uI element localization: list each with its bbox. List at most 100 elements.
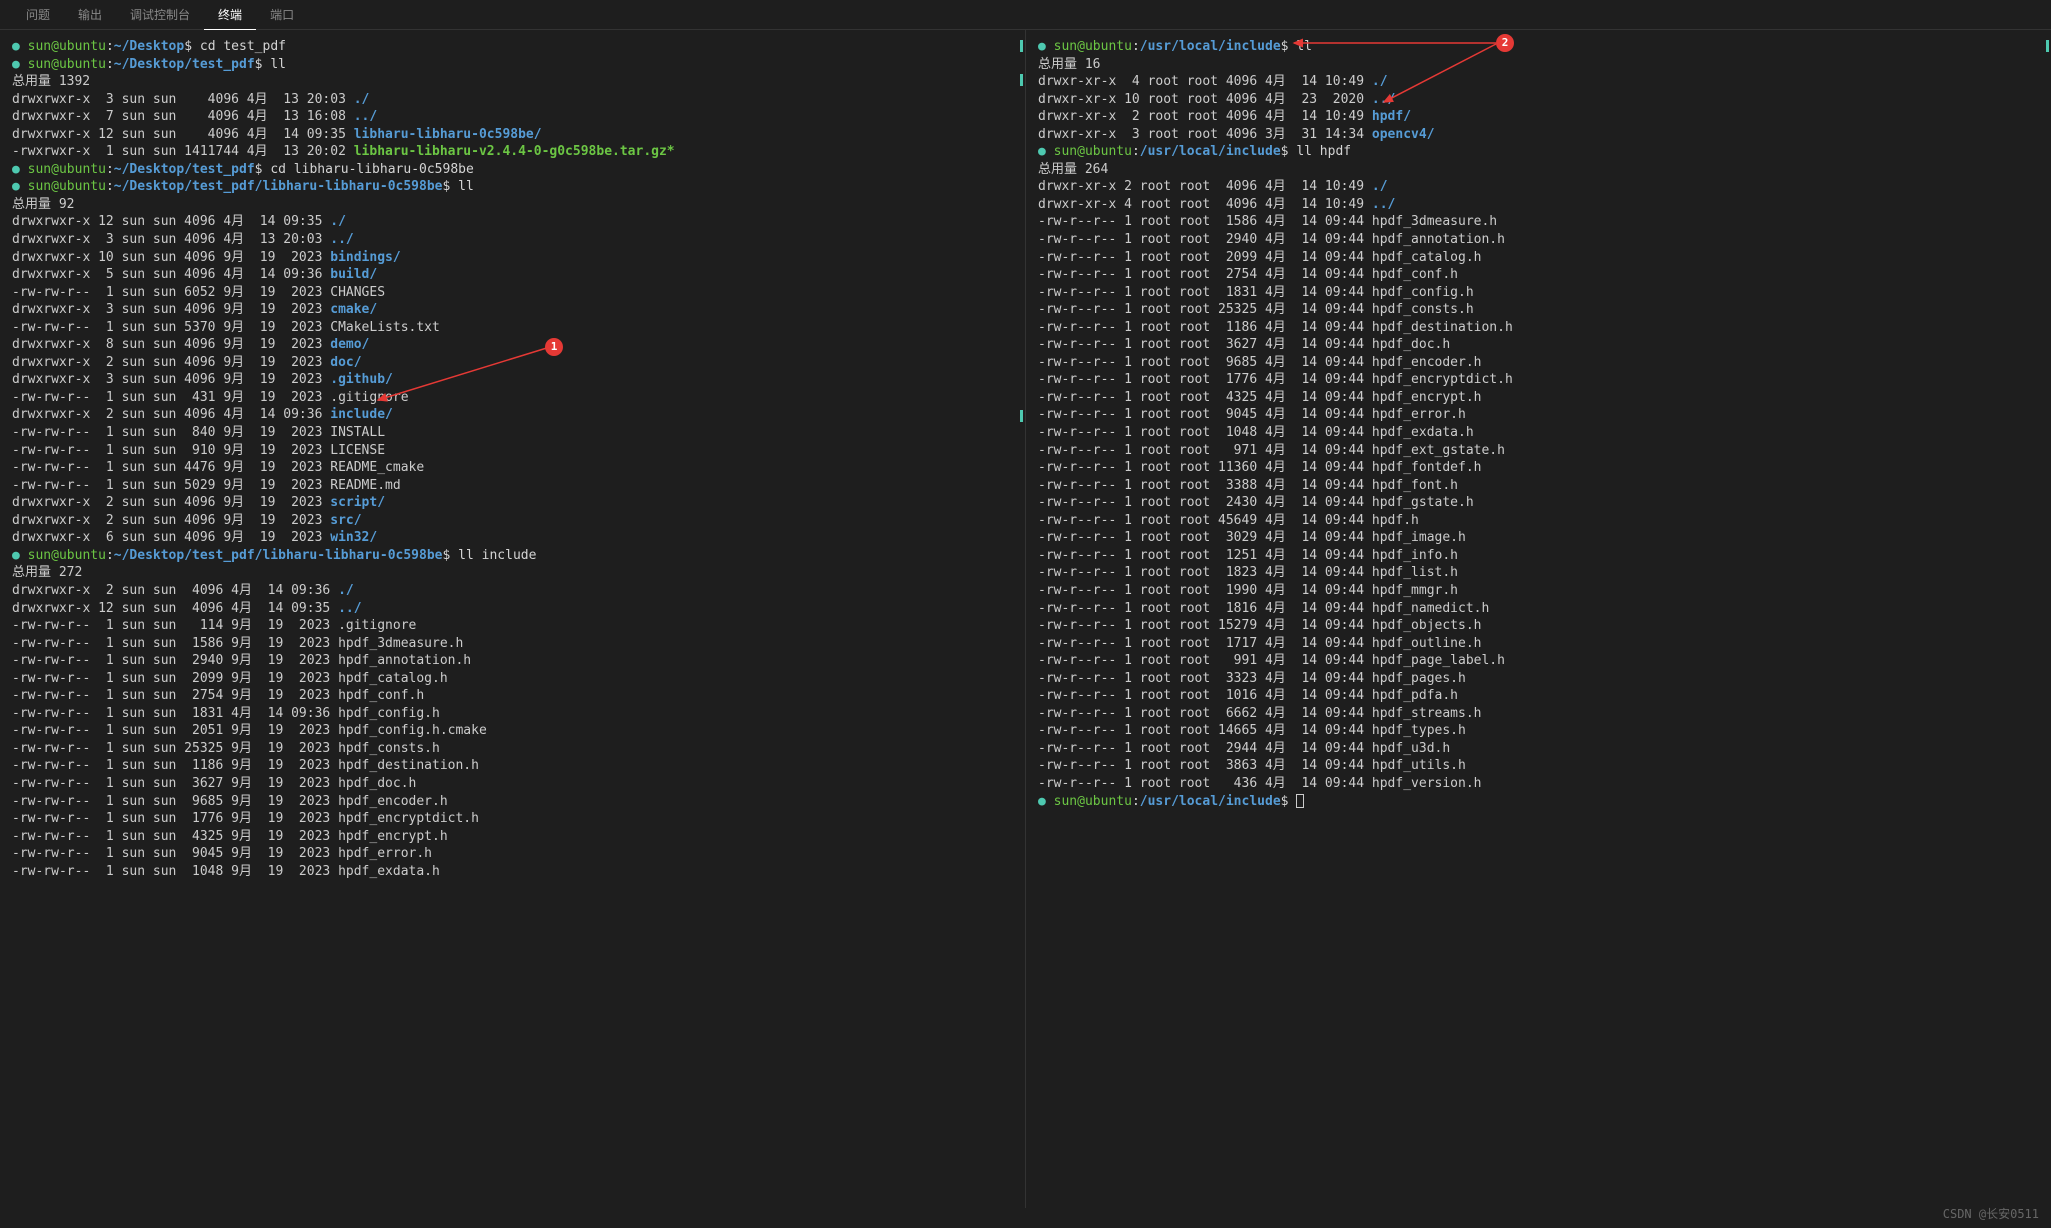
- file-meta: -rw-rw-r-- 1 sun sun 4325 9月 19 2023: [12, 829, 338, 844]
- terminal-line: -rw-rw-r-- 1 sun sun 9045 9月 19 2023 hpd…: [12, 845, 1013, 863]
- tab-0[interactable]: 问题: [12, 0, 64, 29]
- file-name: hpdf_exdata.h: [1372, 425, 1474, 440]
- tab-4[interactable]: 端口: [256, 0, 308, 29]
- file-name: hpdf_fontdef.h: [1372, 460, 1482, 475]
- file-name: hpdf_mmgr.h: [1372, 583, 1458, 598]
- terminal-line: drwxrwxr-x 3 sun sun 4096 9月 19 2023 .gi…: [12, 371, 1013, 389]
- annotation-marker-1: 1: [545, 338, 563, 356]
- terminal-line: -rw-rw-r-- 1 sun sun 4476 9月 19 2023 REA…: [12, 459, 1013, 477]
- file-meta: -rw-r--r-- 1 root root 6662 4月 14 09:44: [1038, 706, 1372, 721]
- terminal-line: drwxrwxr-x 2 sun sun 4096 9月 19 2023 doc…: [12, 354, 1013, 372]
- prompt-path: ~/Desktop/test_pdf: [114, 57, 255, 72]
- terminal-line: drwxrwxr-x 5 sun sun 4096 4月 14 09:36 bu…: [12, 266, 1013, 284]
- file-meta: -rw-r--r-- 1 root root 9685 4月 14 09:44: [1038, 355, 1372, 370]
- terminal-line: ● sun@ubuntu:~/Desktop/test_pdf/libharu-…: [12, 178, 1013, 196]
- terminal-line: 总用量 272: [12, 564, 1013, 582]
- file-name: README.md: [330, 478, 400, 493]
- terminal-line: drwxrwxr-x 2 sun sun 4096 4月 14 09:36 ./: [12, 582, 1013, 600]
- file-name: hpdf_pages.h: [1372, 671, 1466, 686]
- file-meta: -rw-r--r-- 1 root root 3627 4月 14 09:44: [1038, 337, 1372, 352]
- terminal-pane-left[interactable]: 1 ● sun@ubuntu:~/Desktop$ cd test_pdf● s…: [0, 30, 1026, 1208]
- terminal-line: -rw-rw-r-- 1 sun sun 910 9月 19 2023 LICE…: [12, 442, 1013, 460]
- file-meta: -rw-rw-r-- 1 sun sun 9045 9月 19 2023: [12, 846, 338, 861]
- terminal-line: -rw-rw-r-- 1 sun sun 3627 9月 19 2023 hpd…: [12, 775, 1013, 793]
- prompt-path: /usr/local/include: [1140, 39, 1281, 54]
- terminal-line: -rw-r--r-- 1 root root 1823 4月 14 09:44 …: [1038, 564, 2039, 582]
- tab-3[interactable]: 终端: [204, 0, 256, 30]
- terminal-line: ● sun@ubuntu:/usr/local/include$ ll hpdf: [1038, 143, 2039, 161]
- prompt-user: sun@ubuntu: [28, 548, 106, 563]
- terminal-line: -rw-r--r-- 1 root root 1717 4月 14 09:44 …: [1038, 635, 2039, 653]
- file-name: hpdf/: [1372, 109, 1411, 124]
- file-meta: drwxrwxr-x 12 sun sun 4096 4月 14 09:35: [12, 214, 330, 229]
- file-meta: -rw-rw-r-- 1 sun sun 1186 9月 19 2023: [12, 758, 338, 773]
- file-meta: -rw-r--r-- 1 root root 15279 4月 14 09:44: [1038, 618, 1372, 633]
- terminal-line: -rw-rw-r-- 1 sun sun 2754 9月 19 2023 hpd…: [12, 687, 1013, 705]
- file-meta: drwxrwxr-x 2 sun sun 4096 4月 14 09:36: [12, 583, 338, 598]
- file-name: hpdf_streams.h: [1372, 706, 1482, 721]
- terminal-line: -rw-rw-r-- 1 sun sun 431 9月 19 2023 .git…: [12, 389, 1013, 407]
- file-meta: -rw-r--r-- 1 root root 436 4月 14 09:44: [1038, 776, 1372, 791]
- file-meta: -rw-r--r-- 1 root root 1776 4月 14 09:44: [1038, 372, 1372, 387]
- terminal-line: -rw-r--r-- 1 root root 971 4月 14 09:44 h…: [1038, 442, 2039, 460]
- terminal-line: drwxrwxr-x 2 sun sun 4096 9月 19 2023 src…: [12, 512, 1013, 530]
- prompt-user: sun@ubuntu: [28, 39, 106, 54]
- file-name: hpdf_objects.h: [1372, 618, 1482, 633]
- file-name: build/: [330, 267, 377, 282]
- terminal-line: drwxr-xr-x 3 root root 4096 3月 31 14:34 …: [1038, 126, 2039, 144]
- terminal-line: -rw-rw-r-- 1 sun sun 6052 9月 19 2023 CHA…: [12, 284, 1013, 302]
- file-name: hpdf_info.h: [1372, 548, 1458, 563]
- prompt-bullet-icon: ●: [1038, 144, 1054, 159]
- file-name: CHANGES: [330, 285, 385, 300]
- terminal-line: -rw-r--r-- 1 root root 15279 4月 14 09:44…: [1038, 617, 2039, 635]
- file-name: opencv4/: [1372, 127, 1435, 142]
- terminal-line: -rw-rw-r-- 1 sun sun 114 9月 19 2023 .git…: [12, 617, 1013, 635]
- file-meta: -rw-r--r-- 1 root root 45649 4月 14 09:44: [1038, 513, 1372, 528]
- file-name: hpdf_utils.h: [1372, 758, 1466, 773]
- file-name: hpdf_image.h: [1372, 530, 1466, 545]
- terminal-line: drwxrwxr-x 3 sun sun 4096 4月 13 20:03 ./: [12, 91, 1013, 109]
- file-name: README_cmake: [330, 460, 424, 475]
- file-meta: drwxr-xr-x 3 root root 4096 3月 31 14:34: [1038, 127, 1372, 142]
- terminal-line: -rw-r--r-- 1 root root 1186 4月 14 09:44 …: [1038, 319, 2039, 337]
- prompt-path: /usr/local/include: [1140, 144, 1281, 159]
- file-name: libharu-libharu-v2.4.4-0-g0c598be.tar.gz…: [354, 144, 675, 159]
- terminal-pane-right[interactable]: 2 ● sun@ubuntu:/usr/local/include$ ll总用量…: [1026, 30, 2051, 1208]
- terminal-line: -rwxrwxr-x 1 sun sun 1411744 4月 13 20:02…: [12, 143, 1013, 161]
- cursor-icon: [1296, 794, 1304, 808]
- file-name: hpdf_outline.h: [1372, 636, 1482, 651]
- terminal-line: -rw-r--r-- 1 root root 2430 4月 14 09:44 …: [1038, 494, 2039, 512]
- file-meta: drwxr-xr-x 4 root root 4096 4月 14 10:49: [1038, 197, 1372, 212]
- file-name: hpdf_encryptdict.h: [338, 811, 479, 826]
- terminal-line: drwxrwxr-x 8 sun sun 4096 9月 19 2023 dem…: [12, 336, 1013, 354]
- file-meta: -rw-rw-r-- 1 sun sun 9685 9月 19 2023: [12, 794, 338, 809]
- tab-1[interactable]: 输出: [64, 0, 116, 29]
- tab-2[interactable]: 调试控制台: [116, 0, 204, 29]
- file-meta: -rw-rw-r-- 1 sun sun 5029 9月 19 2023: [12, 478, 330, 493]
- file-meta: drwxrwxr-x 3 sun sun 4096 4月 13 20:03: [12, 232, 330, 247]
- file-name: hpdf_conf.h: [1372, 267, 1458, 282]
- file-meta: drwxrwxr-x 12 sun sun 4096 4月 14 09:35: [12, 601, 338, 616]
- terminal-line: drwxr-xr-x 4 root root 4096 4月 14 10:49 …: [1038, 196, 2039, 214]
- file-meta: drwxr-xr-x 2 root root 4096 4月 14 10:49: [1038, 179, 1372, 194]
- terminal-line: -rw-r--r-- 1 root root 3029 4月 14 09:44 …: [1038, 529, 2039, 547]
- file-name: ../: [338, 601, 361, 616]
- prompt-command: ll: [270, 57, 286, 72]
- prompt-user: sun@ubuntu: [1054, 39, 1132, 54]
- file-meta: drwxr-xr-x 10 root root 4096 4月 23 2020: [1038, 92, 1372, 107]
- terminal-line: -rw-rw-r-- 1 sun sun 1586 9月 19 2023 hpd…: [12, 635, 1013, 653]
- prompt-user: sun@ubuntu: [28, 57, 106, 72]
- file-meta: -rw-r--r-- 1 root root 11360 4月 14 09:44: [1038, 460, 1372, 475]
- file-name: hpdf_doc.h: [338, 776, 416, 791]
- file-name: hpdf_config.h: [338, 706, 440, 721]
- terminal-line: drwxr-xr-x 4 root root 4096 4月 14 10:49 …: [1038, 73, 2039, 91]
- file-meta: -rw-rw-r-- 1 sun sun 2940 9月 19 2023: [12, 653, 338, 668]
- terminal-line: -rw-r--r-- 1 root root 991 4月 14 09:44 h…: [1038, 652, 2039, 670]
- file-meta: -rw-r--r-- 1 root root 1251 4月 14 09:44: [1038, 548, 1372, 563]
- terminal-line: drwxrwxr-x 12 sun sun 4096 4月 14 09:35 .…: [12, 600, 1013, 618]
- terminal-line: drwxrwxr-x 10 sun sun 4096 9月 19 2023 bi…: [12, 249, 1013, 267]
- file-meta: -rw-rw-r-- 1 sun sun 5370 9月 19 2023: [12, 320, 330, 335]
- scroll-indicator: [1020, 74, 1023, 86]
- file-name: hpdf_annotation.h: [338, 653, 471, 668]
- file-meta: -rw-rw-r-- 1 sun sun 4476 9月 19 2023: [12, 460, 330, 475]
